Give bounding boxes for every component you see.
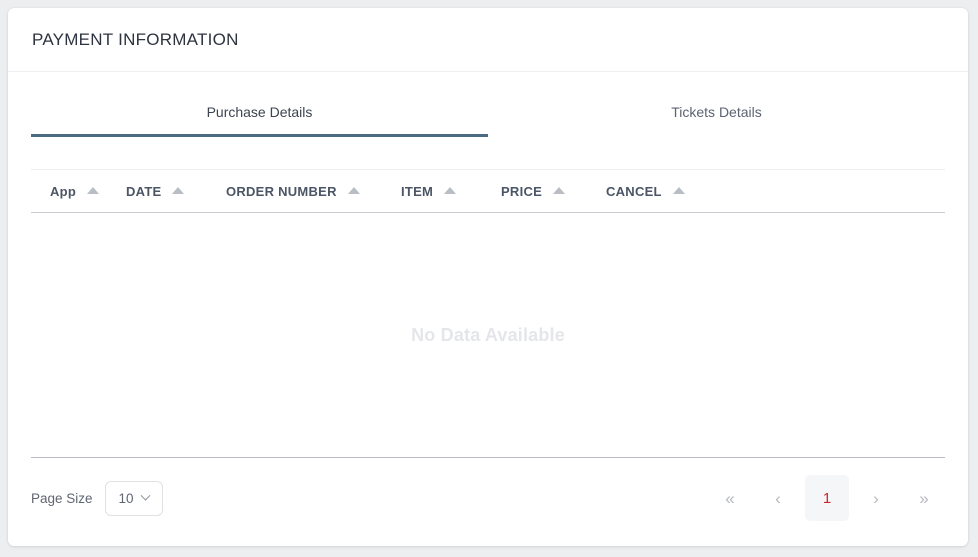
page-size-select[interactable]: 10: [104, 480, 163, 516]
page-size-group: Page Size 10: [31, 480, 163, 516]
tab-bar: Purchase Details Tickets Details: [8, 96, 968, 137]
sort-ascending-icon[interactable]: [672, 187, 685, 194]
page-size-value: 10: [118, 490, 134, 506]
column-header-order-number[interactable]: ORDER NUMBER: [226, 169, 401, 213]
sort-ascending-icon[interactable]: [87, 187, 100, 194]
column-header-item[interactable]: ITEM: [401, 169, 501, 213]
chevron-down-icon: [140, 490, 151, 501]
sort-ascending-icon[interactable]: [347, 187, 360, 194]
page-size-label: Page Size: [31, 490, 93, 506]
column-header-price[interactable]: PRICE: [501, 169, 606, 213]
column-header-cancel-label: CANCEL: [606, 184, 662, 199]
next-page-button[interactable]: ›: [855, 476, 897, 520]
no-data-message: No Data Available: [411, 324, 565, 345]
column-header-date[interactable]: DATE: [126, 169, 226, 213]
tab-purchase-details-label: Purchase Details: [206, 104, 313, 120]
pagination: « ‹ 1 › »: [709, 475, 945, 521]
sort-ascending-icon[interactable]: [553, 187, 566, 194]
column-header-app-label: App: [50, 184, 77, 199]
first-page-button[interactable]: «: [709, 476, 751, 520]
card-header: PAYMENT INFORMATION: [8, 8, 968, 72]
payment-information-card: PAYMENT INFORMATION Purchase Details Tic…: [8, 8, 968, 546]
column-header-price-label: PRICE: [501, 184, 543, 199]
sort-ascending-icon[interactable]: [444, 187, 457, 194]
table-header: App DATE ORDER NUMBER ITEM PRICE CANCEL: [31, 169, 945, 213]
table-empty-state: No Data Available: [31, 213, 945, 458]
column-header-order-number-label: ORDER NUMBER: [226, 184, 337, 199]
page-title: PAYMENT INFORMATION: [32, 29, 239, 49]
sort-ascending-icon[interactable]: [172, 187, 185, 194]
column-header-app[interactable]: App: [31, 169, 126, 213]
tab-tickets-details-label: Tickets Details: [671, 104, 762, 120]
column-header-date-label: DATE: [126, 184, 162, 199]
column-header-cancel[interactable]: CANCEL: [606, 169, 945, 213]
purchase-details-table: App DATE ORDER NUMBER ITEM PRICE CANCEL: [31, 169, 945, 213]
table-footer: Page Size 10 « ‹ 1 › »: [8, 470, 968, 526]
table-header-row: App DATE ORDER NUMBER ITEM PRICE CANCEL: [31, 169, 945, 213]
previous-page-button[interactable]: ‹: [757, 476, 799, 520]
data-table: App DATE ORDER NUMBER ITEM PRICE CANCEL …: [8, 169, 968, 458]
page-number-1[interactable]: 1: [805, 475, 849, 521]
last-page-button[interactable]: »: [903, 476, 945, 520]
page-root: PAYMENT INFORMATION Purchase Details Tic…: [0, 0, 978, 557]
column-header-item-label: ITEM: [401, 184, 434, 199]
tab-purchase-details[interactable]: Purchase Details: [31, 96, 488, 137]
tab-tickets-details[interactable]: Tickets Details: [488, 96, 945, 137]
